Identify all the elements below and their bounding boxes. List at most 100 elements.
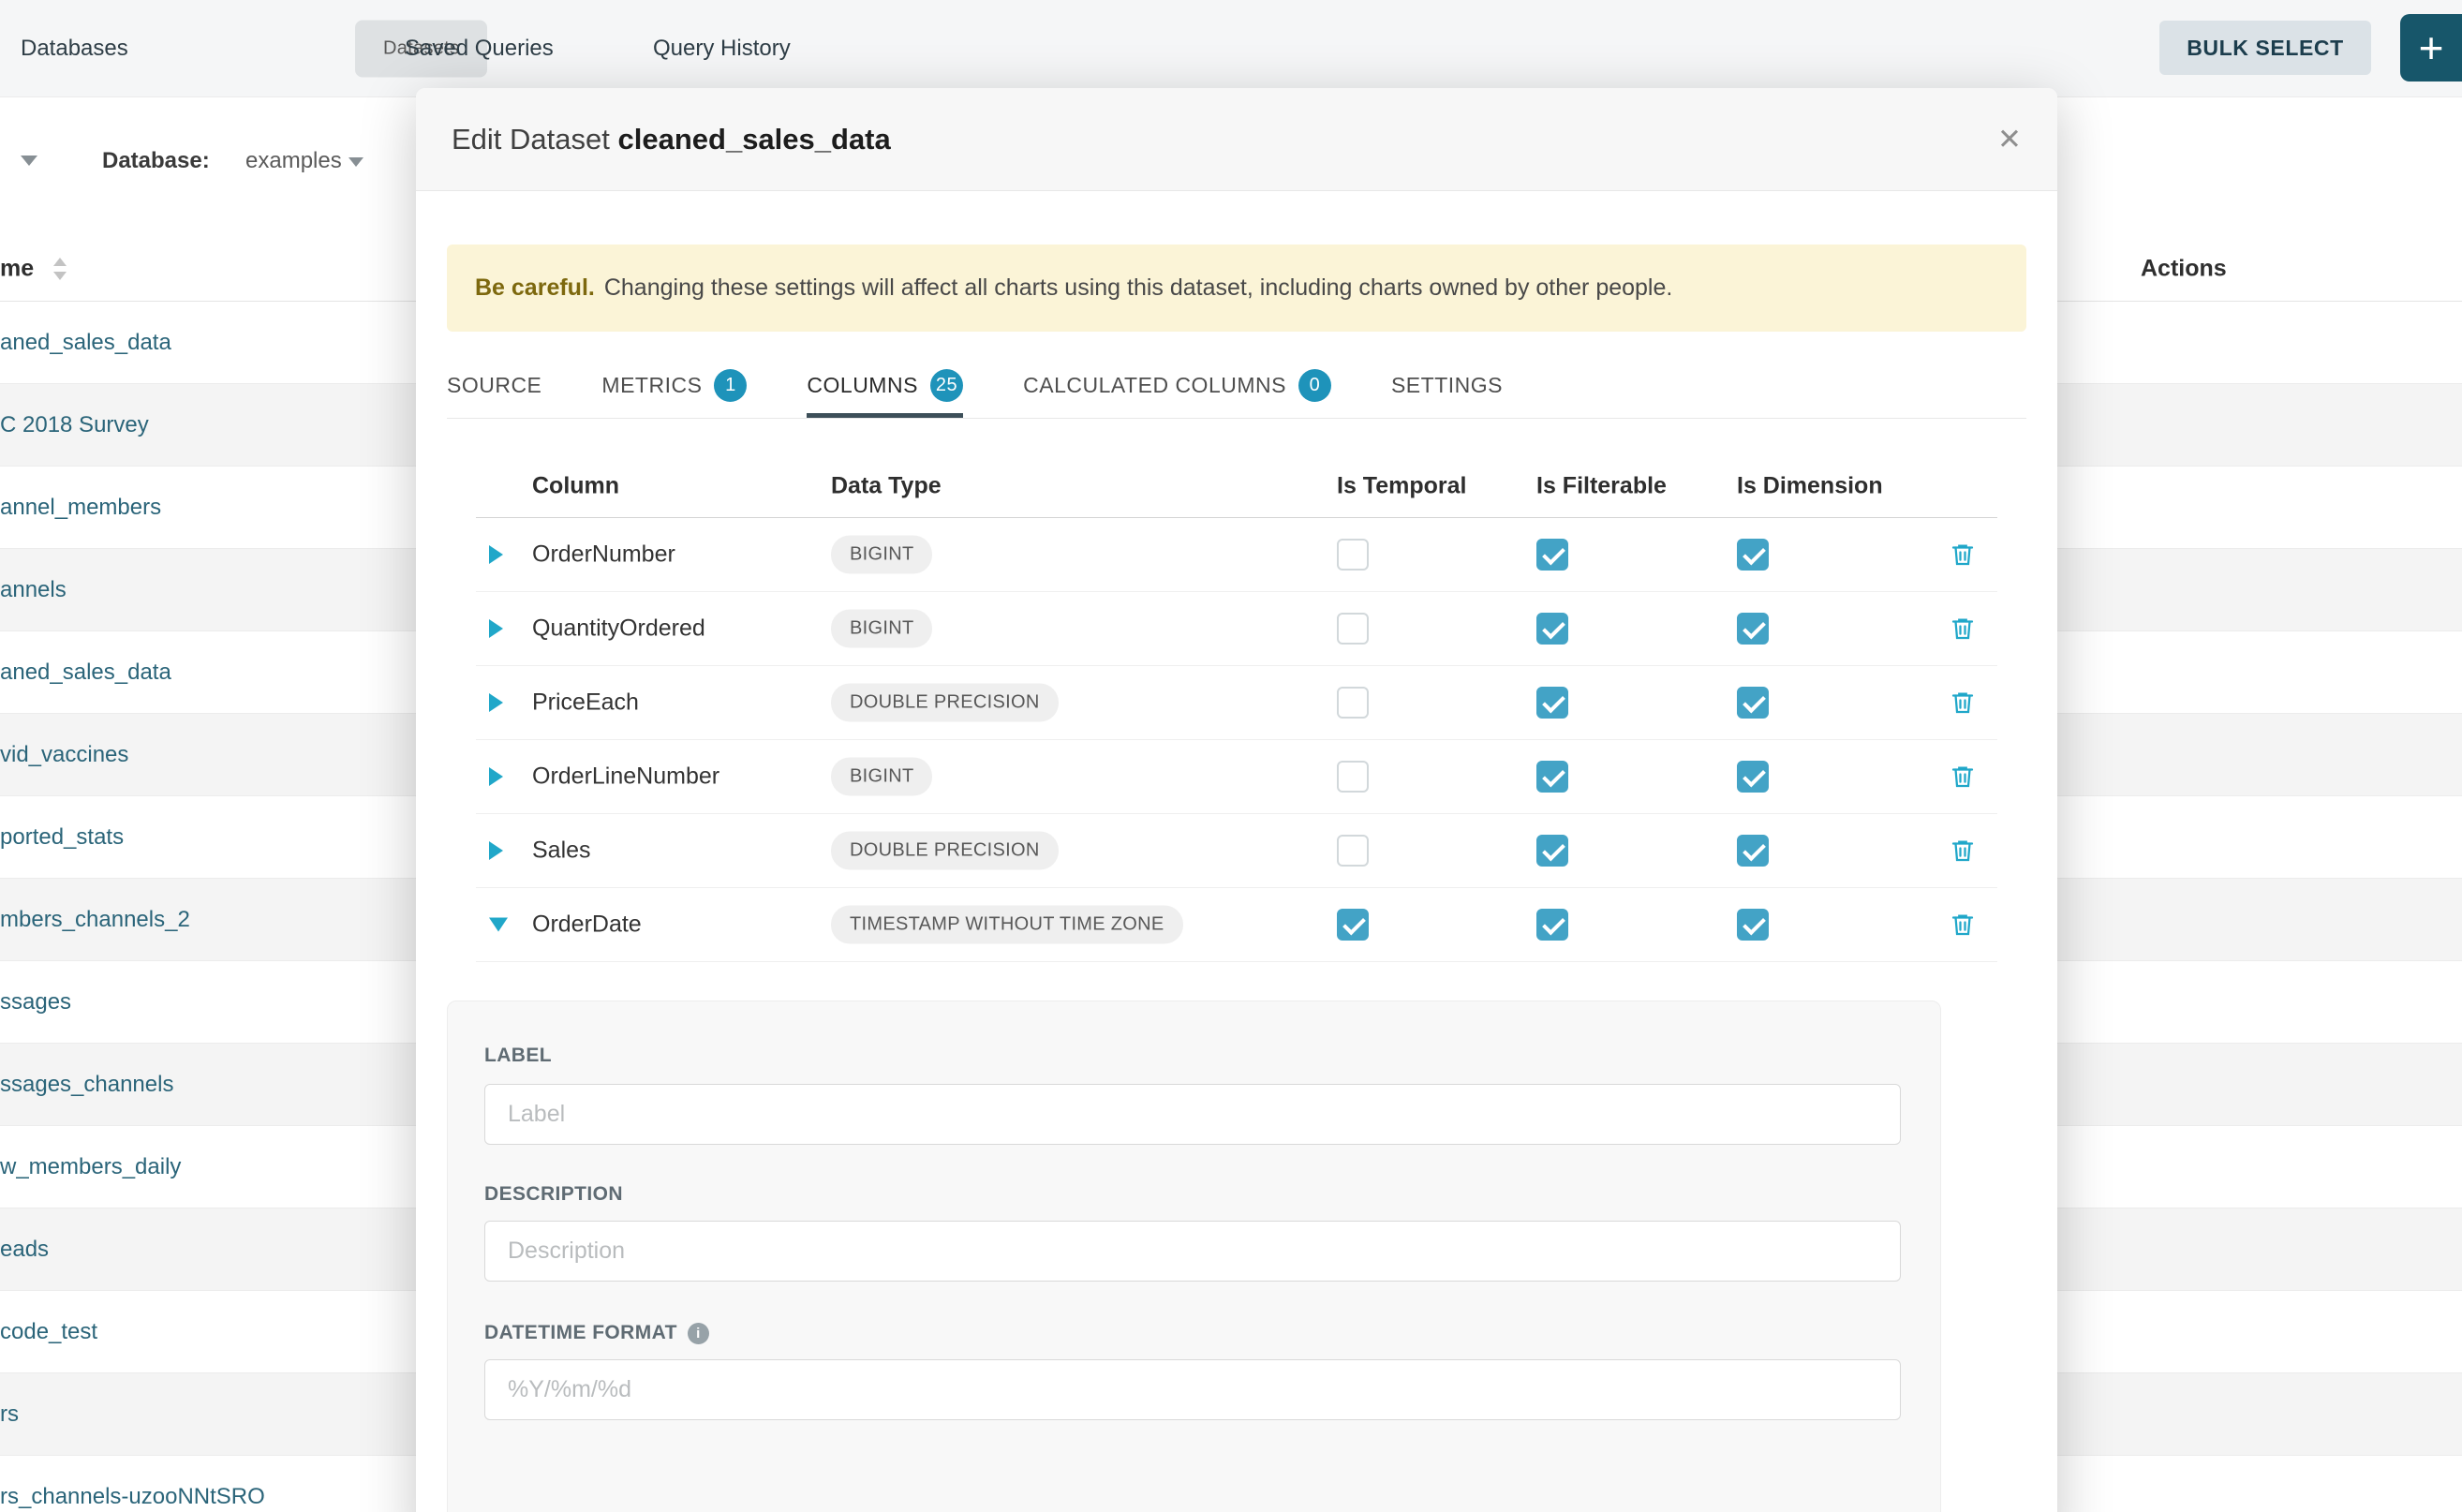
expand-caret-icon[interactable] [489, 841, 503, 860]
modal-header: Edit Dataset cleaned_sales_data ✕ [416, 88, 2057, 191]
tab-columns[interactable]: COLUMNS 25 [807, 353, 963, 418]
add-dataset-button[interactable]: + [2400, 14, 2462, 82]
dataset-link[interactable]: annels [0, 577, 67, 603]
is-temporal-checkbox[interactable] [1337, 761, 1369, 793]
column-row: OrderLineNumber BIGINT [476, 740, 1997, 814]
datetime-format-input[interactable] [484, 1359, 1901, 1420]
data-type-pill: DOUBLE PRECISION [831, 684, 1059, 722]
tab-settings[interactable]: SETTINGS [1391, 353, 1503, 418]
chevron-down-icon[interactable] [21, 156, 37, 166]
tab-metrics[interactable]: METRICS 1 [601, 353, 747, 418]
label-input[interactable] [484, 1084, 1901, 1145]
is-temporal-checkbox[interactable] [1337, 835, 1369, 867]
is-filterable-checkbox[interactable] [1536, 613, 1568, 645]
is-dimension-checkbox[interactable] [1737, 687, 1769, 719]
label-text: LABEL [484, 1045, 552, 1067]
column-name: OrderDate [532, 912, 642, 939]
label-text: DATETIME FORMAT [484, 1322, 677, 1344]
is-filterable-checkbox[interactable] [1536, 539, 1568, 571]
data-type-header: Data Type [831, 473, 942, 500]
column-name: Sales [532, 838, 591, 865]
dataset-link[interactable]: rs_channels-uzooNNtSRO [0, 1484, 265, 1510]
description-field-label: DESCRIPTION [484, 1183, 623, 1206]
modal-title-dataset: cleaned_sales_data [618, 123, 891, 156]
name-column-header: me [0, 255, 34, 282]
is-filterable-checkbox[interactable] [1536, 761, 1568, 793]
dataset-link[interactable]: rs [0, 1401, 19, 1428]
dataset-link[interactable]: mbers_channels_2 [0, 907, 190, 933]
is-dimension-header: Is Dimension [1737, 473, 1883, 500]
label-field-label: LABEL [484, 1045, 552, 1067]
is-filterable-checkbox[interactable] [1536, 835, 1568, 867]
tab-label: COLUMNS [807, 373, 918, 398]
is-dimension-checkbox[interactable] [1737, 613, 1769, 645]
database-filter-label: Database: [102, 148, 210, 174]
dataset-link[interactable]: eads [0, 1237, 49, 1263]
expand-caret-icon[interactable] [489, 918, 508, 932]
database-filter-value[interactable]: examples [245, 148, 342, 174]
is-temporal-checkbox[interactable] [1337, 613, 1369, 645]
is-dimension-checkbox[interactable] [1737, 909, 1769, 941]
is-filterable-checkbox[interactable] [1536, 909, 1568, 941]
modal-title-prefix: Edit Dataset [452, 123, 610, 156]
app-screen: Databases Datasets Saved Queries Query H… [0, 0, 2462, 1512]
column-header: Column [532, 473, 619, 500]
column-row: OrderNumber BIGINT [476, 518, 1997, 592]
dataset-link[interactable]: ported_stats [0, 824, 124, 851]
expand-caret-icon[interactable] [489, 693, 503, 712]
close-icon[interactable]: ✕ [1997, 125, 2022, 154]
dataset-link[interactable]: annel_members [0, 495, 161, 521]
actions-column-header: Actions [2141, 255, 2227, 282]
data-type-pill: BIGINT [831, 758, 932, 796]
dataset-link[interactable]: ssages_channels [0, 1072, 173, 1098]
is-temporal-checkbox[interactable] [1337, 909, 1369, 941]
column-row: PriceEach DOUBLE PRECISION [476, 666, 1997, 740]
tab-label: METRICS [601, 373, 702, 398]
data-type-pill: DOUBLE PRECISION [831, 832, 1059, 870]
dataset-link[interactable]: vid_vaccines [0, 742, 128, 768]
is-filterable-checkbox[interactable] [1536, 687, 1568, 719]
column-row: Sales DOUBLE PRECISION [476, 814, 1997, 888]
delete-column-icon[interactable] [1949, 615, 1977, 643]
dataset-link[interactable]: ssages [0, 989, 71, 1015]
expanded-column-editor: LABEL DESCRIPTION DATETIME FORMAT i [447, 1001, 1941, 1512]
info-icon[interactable]: i [688, 1323, 709, 1344]
warning-banner: Be careful. Changing these settings will… [447, 245, 2026, 332]
expand-caret-icon[interactable] [489, 619, 503, 638]
column-name: PriceEach [532, 689, 639, 717]
is-dimension-checkbox[interactable] [1737, 835, 1769, 867]
delete-column-icon[interactable] [1949, 763, 1977, 791]
edit-dataset-modal: Edit Dataset cleaned_sales_data ✕ Be car… [416, 88, 2057, 1512]
chevron-down-icon[interactable] [349, 157, 363, 167]
dataset-link[interactable]: C 2018 Survey [0, 412, 149, 438]
is-dimension-checkbox[interactable] [1737, 539, 1769, 571]
delete-column-icon[interactable] [1949, 689, 1977, 717]
expand-caret-icon[interactable] [489, 545, 503, 564]
tab-source[interactable]: SOURCE [447, 353, 541, 418]
delete-column-icon[interactable] [1949, 837, 1977, 865]
dataset-link[interactable]: aned_sales_data [0, 330, 171, 356]
bulk-select-button[interactable]: BULK SELECT [2159, 21, 2371, 75]
dataset-link[interactable]: code_test [0, 1319, 97, 1345]
dataset-link[interactable]: w_members_daily [0, 1154, 181, 1180]
modal-title: Edit Dataset cleaned_sales_data [452, 123, 891, 156]
dataset-link[interactable]: aned_sales_data [0, 660, 171, 686]
top-nav: Databases Datasets Saved Queries Query H… [0, 0, 2462, 97]
modal-tabs: SOURCE METRICS 1 COLUMNS 25 CALCULATED C… [447, 353, 2026, 419]
is-dimension-checkbox[interactable] [1737, 761, 1769, 793]
expand-caret-icon[interactable] [489, 767, 503, 786]
nav-item-saved-queries[interactable]: Saved Queries [405, 36, 554, 62]
is-temporal-checkbox[interactable] [1337, 539, 1369, 571]
nav-item-query-history[interactable]: Query History [653, 36, 791, 62]
tab-count-badge: 1 [714, 369, 747, 402]
data-type-pill: TIMESTAMP WITHOUT TIME ZONE [831, 906, 1183, 944]
is-temporal-header: Is Temporal [1337, 473, 1466, 500]
delete-column-icon[interactable] [1949, 541, 1977, 569]
sort-icon[interactable] [52, 257, 67, 281]
nav-item-databases[interactable]: Databases [21, 36, 128, 62]
tab-calculated-columns[interactable]: CALCULATED COLUMNS 0 [1023, 353, 1331, 418]
description-input[interactable] [484, 1221, 1901, 1282]
delete-column-icon[interactable] [1949, 911, 1977, 939]
column-name: OrderNumber [532, 541, 675, 569]
is-temporal-checkbox[interactable] [1337, 687, 1369, 719]
